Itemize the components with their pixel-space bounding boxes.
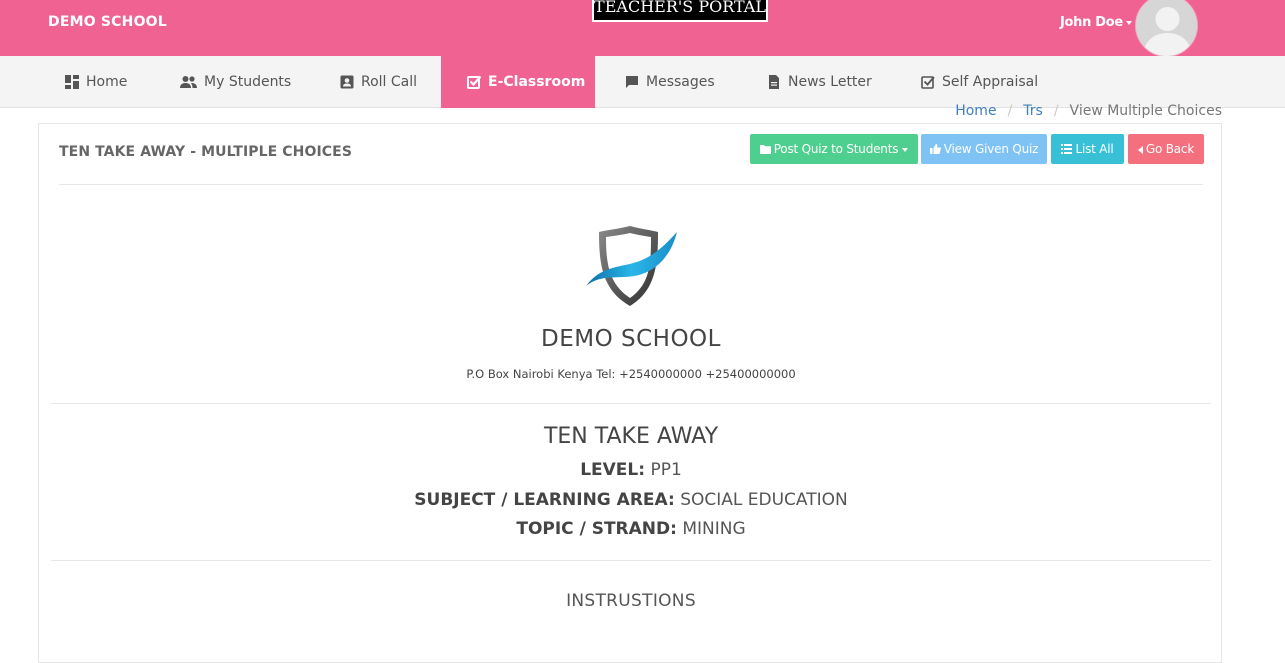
quiz-topic: TOPIC / STRAND: MINING <box>39 519 1223 539</box>
document-icon <box>767 75 781 89</box>
nav-item-e-classroom[interactable]: E-Classroom <box>441 56 595 108</box>
user-name-label: John Doe <box>1060 15 1123 30</box>
list-all-button[interactable]: List All <box>1051 134 1124 164</box>
nav-item-messages[interactable]: Messages <box>625 56 715 108</box>
school-logo <box>584 224 679 308</box>
breadcrumb-trs-link[interactable]: Trs <box>1023 103 1043 119</box>
nav-item-label: Self Appraisal <box>942 74 1039 90</box>
caret-down-icon <box>902 147 909 152</box>
avatar[interactable] <box>1135 0 1198 57</box>
checked-box-icon <box>467 75 481 89</box>
topic-value: MINING <box>682 519 746 539</box>
user-menu-toggle[interactable]: John Doe <box>1060 15 1132 30</box>
panel-title: TEN TAKE AWAY - MULTIPLE CHOICES <box>59 144 353 160</box>
contact-card-icon <box>340 75 354 89</box>
breadcrumb-separator: / <box>1007 103 1013 119</box>
post-quiz-label: Post Quiz to Students <box>773 142 899 156</box>
portal-badge: TEACHER'S PORTAL <box>592 0 768 22</box>
quiz-level: LEVEL: PP1 <box>39 460 1223 480</box>
level-label: LEVEL: <box>580 460 646 480</box>
nav-item-self-appraisal[interactable]: Self Appraisal <box>921 56 1038 108</box>
nav-item-home[interactable]: Home <box>65 56 127 108</box>
subject-label: SUBJECT / LEARNING AREA: <box>414 490 675 510</box>
top-bar: DEMO SCHOOL TEACHER'S PORTAL John Doe <box>0 0 1285 57</box>
nav-item-label: News Letter <box>788 74 872 90</box>
breadcrumb-current: View Multiple Choices <box>1069 103 1222 119</box>
school-contact: P.O Box Nairobi Kenya Tel: +2540000000 +… <box>466 367 796 381</box>
view-given-quiz-label: View Given Quiz <box>943 142 1039 156</box>
chat-bubble-icon <box>625 75 639 89</box>
quiz-title: TEN TAKE AWAY <box>543 424 719 449</box>
list-icon <box>1061 135 1073 165</box>
caret-down-icon <box>1125 20 1132 25</box>
nav-item-my-students[interactable]: My Students <box>180 56 291 108</box>
nav-item-roll-call[interactable]: Roll Call <box>340 56 417 108</box>
nav-item-label: Roll Call <box>361 74 418 90</box>
checkbox-icon <box>921 75 935 89</box>
subject-value: SOCIAL EDUCATION <box>680 490 848 510</box>
brand-name[interactable]: DEMO SCHOOL <box>48 14 167 30</box>
nav-item-label: Home <box>86 74 128 90</box>
go-back-label: Go Back <box>1145 142 1195 156</box>
school-name: DEMO SCHOOL <box>541 326 721 352</box>
dashboard-icon <box>65 75 79 89</box>
nav-item-label: My Students <box>204 74 292 90</box>
list-all-label: List All <box>1075 142 1114 156</box>
panel-header-divider <box>59 184 1203 185</box>
people-icon <box>180 75 197 89</box>
divider <box>51 560 1211 561</box>
breadcrumb: Home / Trs / View Multiple Choices <box>955 103 1222 119</box>
go-back-button[interactable]: Go Back <box>1128 134 1204 164</box>
level-value: PP1 <box>650 460 682 480</box>
quiz-subject: SUBJECT / LEARNING AREA: SOCIAL EDUCATIO… <box>39 490 1223 510</box>
thumbs-up-icon <box>929 135 941 165</box>
breadcrumb-home-link[interactable]: Home <box>955 103 996 119</box>
caret-left-icon <box>1137 135 1143 165</box>
breadcrumb-separator: / <box>1053 103 1059 119</box>
nav-item-label: Messages <box>646 74 715 90</box>
divider <box>51 403 1211 404</box>
folder-icon <box>759 135 771 165</box>
post-quiz-button[interactable]: Post Quiz to Students <box>750 134 918 164</box>
nav-item-label: E-Classroom <box>488 74 586 90</box>
nav-item-news-letter[interactable]: News Letter <box>767 56 872 108</box>
quiz-panel: TEN TAKE AWAY - MULTIPLE CHOICES Post Qu… <box>38 123 1222 663</box>
main-nav: Home My Students Roll Call E-Classroom M… <box>0 56 1285 108</box>
topic-label: TOPIC / STRAND: <box>516 519 677 539</box>
view-given-quiz-button[interactable]: View Given Quiz <box>921 134 1047 164</box>
instructions-heading: INSTRUSTIONS <box>566 591 696 611</box>
